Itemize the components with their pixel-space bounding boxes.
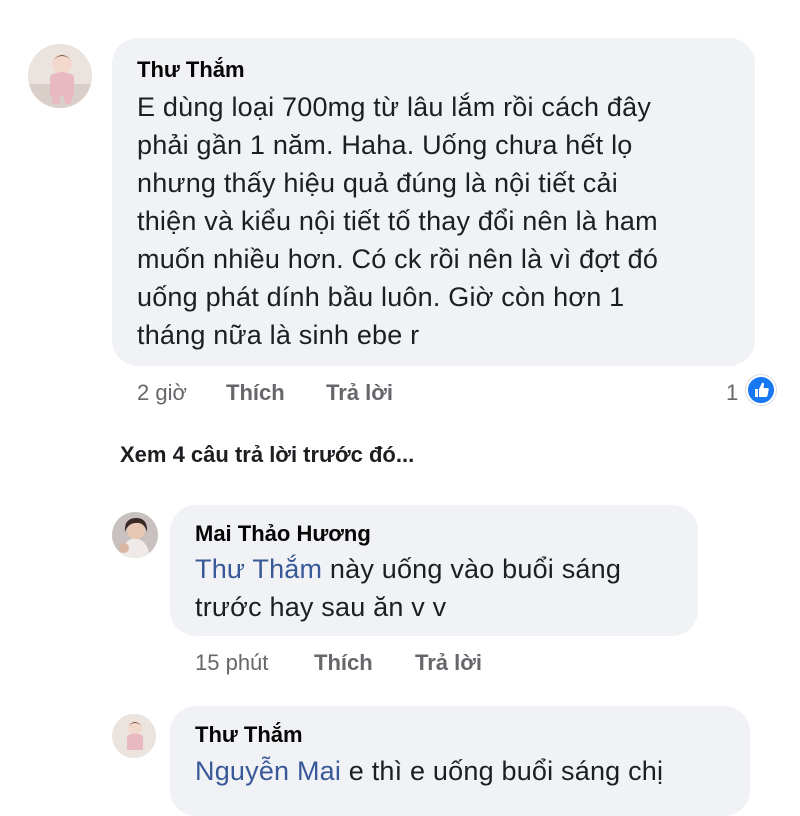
reply-text: này uống vào buổi sáng <box>322 554 622 584</box>
comment-text-line: E dùng loại 700mg từ lâu lắm rồi cách đâ… <box>137 92 652 122</box>
comment-text-line: phải gần 1 năm. Haha. Uống chưa hết lọ <box>137 130 633 160</box>
comment-timestamp[interactable]: 2 giờ <box>137 380 187 406</box>
avatar[interactable] <box>28 44 92 108</box>
reply-text: e thì e uống buổi sáng chị <box>341 756 664 786</box>
reply-author[interactable]: Thư Thắm <box>195 722 303 748</box>
reaction-count[interactable]: 1 <box>726 380 738 406</box>
comment-author[interactable]: Thư Thắm <box>137 57 245 83</box>
comment-text-line: uống phát dính bầu luôn. Giờ còn hơn 1 <box>137 282 625 312</box>
reply-author[interactable]: Mai Thảo Hương <box>195 521 371 547</box>
reply-button[interactable]: Trả lời <box>326 380 393 406</box>
baby-photo-icon <box>28 44 92 108</box>
like-button[interactable]: Thích <box>314 650 373 676</box>
mention-link[interactable]: Thư Thắm <box>195 554 322 584</box>
reply-text-line: Nguyễn Mai e thì e uống buổi sáng chị <box>195 756 663 787</box>
comment-text-line: thiện và kiểu nội tiết tố thay đổi nên l… <box>137 206 658 236</box>
reply-button[interactable]: Trả lời <box>415 650 482 676</box>
comment-text-line: muốn nhiều hơn. Có ck rồi nên là vì đợt … <box>137 244 659 274</box>
woman-photo-icon <box>112 512 158 558</box>
comment-text-line: tháng nữa là sinh ebe r <box>137 320 420 350</box>
avatar[interactable] <box>112 714 156 758</box>
like-thumb-icon[interactable] <box>746 375 776 405</box>
comment-text-line: nhưng thấy hiệu quả đúng là nội tiết cải <box>137 168 618 198</box>
avatar[interactable] <box>112 512 158 558</box>
mention-link[interactable]: Nguyễn Mai <box>195 756 341 786</box>
baby-photo-icon <box>112 714 156 758</box>
see-previous-replies-link[interactable]: Xem 4 câu trả lời trước đó... <box>120 442 414 468</box>
reply-text-line: trước hay sau ăn v v <box>195 592 447 622</box>
reply-text-line: Thư Thắm này uống vào buổi sáng <box>195 554 621 585</box>
reply-timestamp[interactable]: 15 phút <box>195 650 268 676</box>
like-button[interactable]: Thích <box>226 380 285 406</box>
comment-bubble <box>112 38 755 366</box>
